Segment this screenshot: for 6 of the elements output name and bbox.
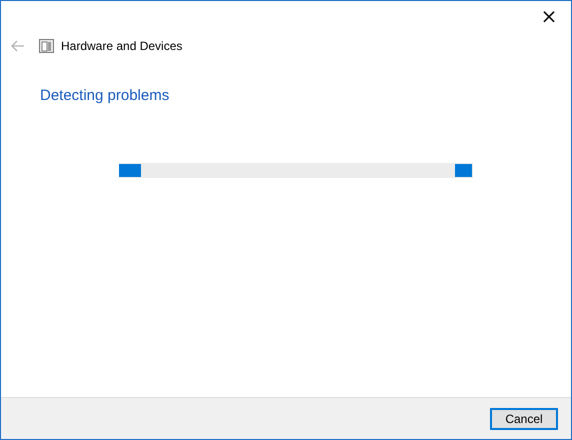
device-icon bbox=[39, 39, 54, 53]
back-arrow-icon[interactable] bbox=[10, 40, 25, 52]
cancel-button[interactable]: Cancel bbox=[490, 408, 558, 430]
close-button[interactable]: × bbox=[527, 1, 571, 31]
window-title: Hardware and Devices bbox=[61, 39, 182, 53]
status-heading: Detecting problems bbox=[40, 87, 170, 104]
